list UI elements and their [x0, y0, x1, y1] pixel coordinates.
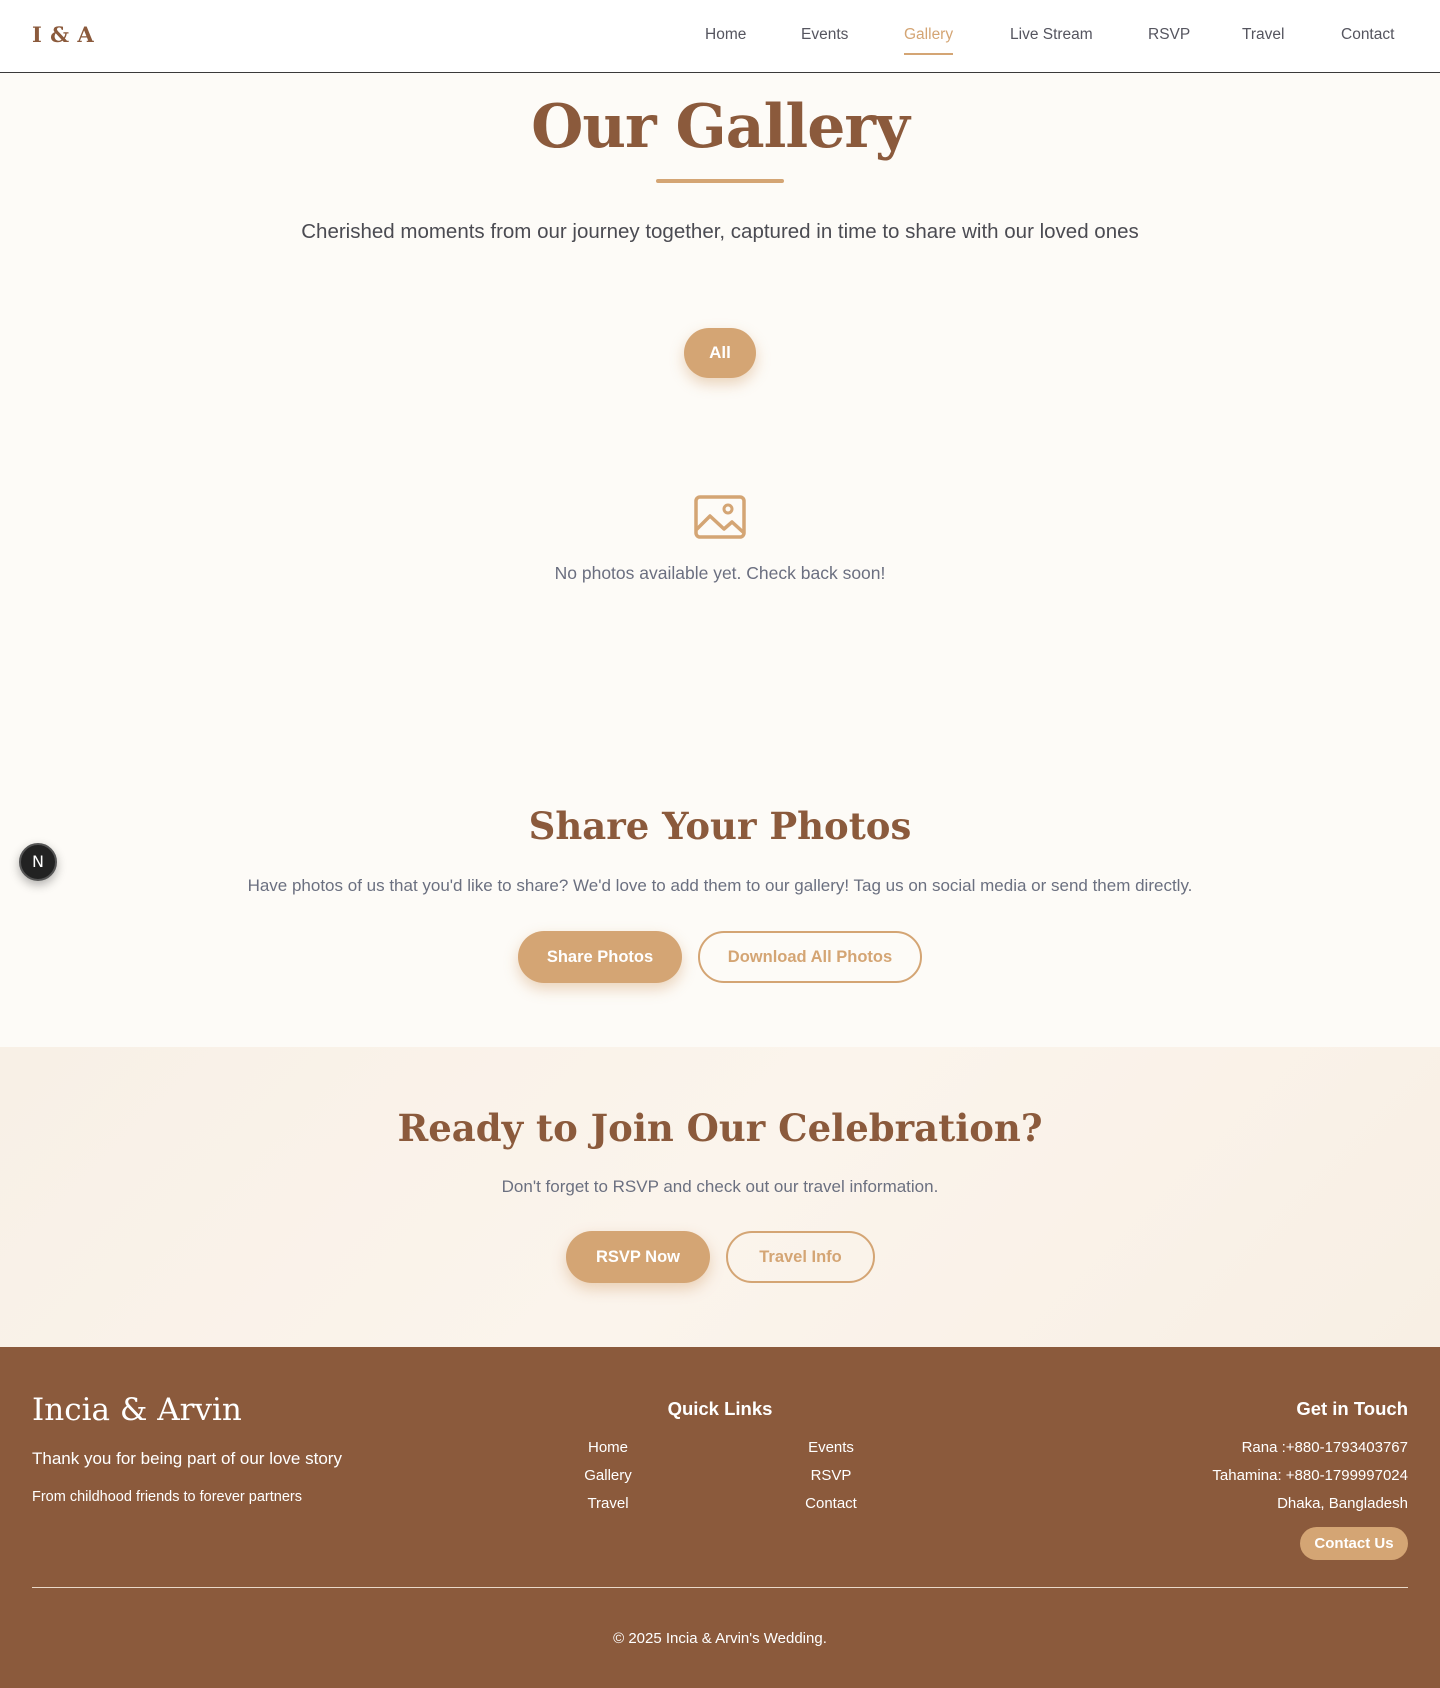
share-photos-button[interactable]: Share Photos: [518, 931, 682, 983]
nav-home[interactable]: Home: [705, 26, 746, 44]
cta-section: [0, 1047, 1440, 1347]
share-section-text: Have photos of us that you'd like to sha…: [247, 876, 1193, 895]
get-in-touch-title: Get in Touch: [1296, 1398, 1408, 1419]
footer-link-travel[interactable]: Travel: [548, 1495, 668, 1512]
nav-gallery[interactable]: Gallery: [904, 26, 954, 55]
footer-link-rsvp[interactable]: RSVP: [771, 1467, 891, 1484]
image-icon: [694, 495, 746, 539]
title-divider: [656, 179, 784, 183]
page-title: Our Gallery: [531, 92, 910, 162]
filter-all-button[interactable]: All: [684, 328, 756, 378]
cta-text: Don't forget to RSVP and check out our t…: [501, 1177, 939, 1196]
site-footer: Incia & Arvin Thank you for being part o…: [0, 1347, 1440, 1688]
nav-contact[interactable]: Contact: [1341, 26, 1394, 44]
nav-rsvp[interactable]: RSVP: [1148, 26, 1190, 44]
footer-divider: [32, 1587, 1408, 1588]
nextjs-badge-icon[interactable]: N: [19, 843, 57, 881]
main-nav: Home Events Gallery Live Stream RSVP Tra…: [0, 26, 1440, 56]
share-section-title: Share Your Photos: [528, 804, 912, 848]
footer-link-home[interactable]: Home: [548, 1439, 668, 1456]
download-all-photos-button[interactable]: Download All Photos: [698, 931, 922, 983]
rsvp-now-button[interactable]: RSVP Now: [566, 1231, 710, 1283]
cta-title: Ready to Join Our Celebration?: [397, 1106, 1043, 1150]
copyright: © 2025 Incia & Arvin's Wedding.: [613, 1630, 827, 1647]
nav-travel[interactable]: Travel: [1242, 26, 1285, 44]
nav-live-stream[interactable]: Live Stream: [1010, 26, 1093, 44]
travel-info-button[interactable]: Travel Info: [726, 1231, 875, 1283]
footer-brand: Incia & Arvin: [32, 1392, 242, 1428]
footer-link-contact[interactable]: Contact: [771, 1495, 891, 1512]
contact-phone-tahamina: Tahamina: +880-1799997024: [1212, 1467, 1408, 1484]
footer-link-gallery[interactable]: Gallery: [548, 1467, 668, 1484]
nav-events[interactable]: Events: [801, 26, 848, 44]
site-header: I & A Home Events Gallery Live Stream RS…: [0, 0, 1440, 73]
contact-us-button[interactable]: Contact Us: [1300, 1527, 1408, 1560]
footer-link-events[interactable]: Events: [771, 1439, 891, 1456]
footer-tagline: Thank you for being part of our love sto…: [32, 1449, 342, 1468]
footer-subtagline: From childhood friends to forever partne…: [32, 1489, 302, 1505]
contact-location: Dhaka, Bangladesh: [1277, 1495, 1408, 1512]
contact-phone-rana: Rana :+880-1793403767: [1241, 1439, 1408, 1456]
empty-state-text: No photos available yet. Check back soon…: [554, 563, 886, 583]
quick-links-title: Quick Links: [667, 1398, 773, 1419]
page-subtitle: Cherished moments from our journey toget…: [301, 220, 1139, 243]
